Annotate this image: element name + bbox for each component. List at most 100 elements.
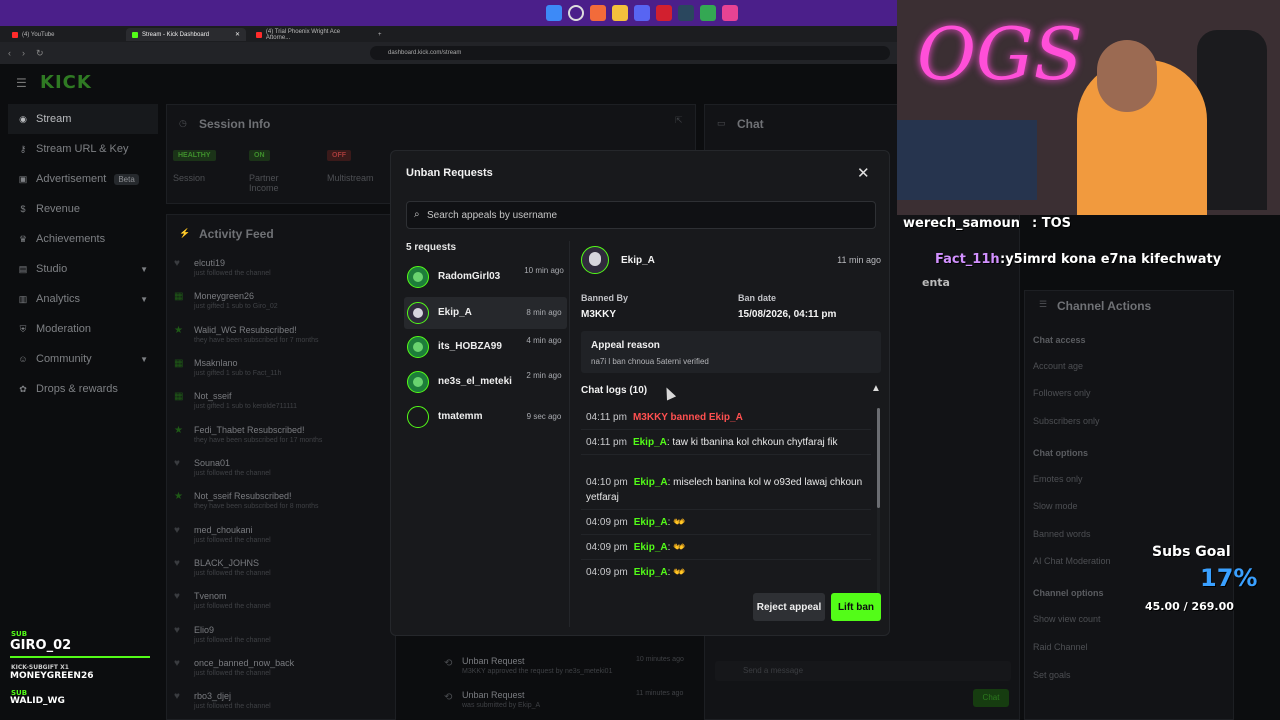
- sidebar-item-studio[interactable]: ▤ Studio ▼: [8, 254, 158, 284]
- close-tab-icon[interactable]: ✕: [235, 31, 240, 38]
- session-info-title: Session Info: [199, 117, 271, 131]
- address-bar[interactable]: dashboard.kick.com/stream: [370, 46, 890, 60]
- ban-date-value: 15/08/2026, 04:11 pm: [738, 309, 837, 320]
- chat-log-entry: 04:09 pm Ekip_A: 👐: [581, 513, 871, 535]
- feed-item: ♥ Souna01 just followed the channel: [174, 458, 271, 477]
- sub-alert-name: GIRO_02: [10, 638, 72, 653]
- partner-income-label: Partner Income: [249, 173, 279, 193]
- sidebar-item-achievements[interactable]: ♛ Achievements: [8, 224, 158, 254]
- tab-phoenix-wright[interactable]: (4) Trial Phoenix Wright Ace Attorne...: [250, 28, 370, 41]
- tab-kick-dashboard[interactable]: Stream - Kick Dashboard ✕: [126, 28, 246, 41]
- app-icon[interactable]: [656, 5, 672, 21]
- appeal-reason-text: na7i l ban chnoua 5aterni verified: [591, 357, 709, 366]
- webcam-overlay: OGS: [897, 0, 1280, 215]
- modal-divider: [569, 241, 570, 627]
- detail-username: Ekip_A: [621, 255, 655, 266]
- signal-icon: ◉: [19, 113, 27, 124]
- chevron-down-icon: ▼: [140, 264, 148, 274]
- chat-logs-header[interactable]: Chat logs (10): [581, 385, 647, 396]
- subs-goal-value: 45.00 / 269.00: [1145, 600, 1234, 613]
- windows-icon[interactable]: [546, 5, 562, 21]
- chevron-down-icon: ▼: [140, 354, 148, 364]
- feed-item: ★ Walid_WG Resubscribed! they have been su…: [174, 325, 319, 344]
- kick-logo[interactable]: KICK: [40, 72, 92, 93]
- chat-input[interactable]: Send a message: [715, 661, 1011, 681]
- taskbar-icons: [546, 5, 738, 21]
- sidebar-item-community[interactable]: ☺ Community ▼: [8, 344, 158, 374]
- lift-ban-button[interactable]: Lift ban: [831, 593, 881, 621]
- feed-item: ★ Fedi_Thabet Resubscribed! they have been…: [174, 425, 323, 444]
- chevron-up-icon[interactable]: ▲: [871, 383, 881, 394]
- sidebar-item-moderation[interactable]: ⛨ Moderation: [8, 314, 158, 344]
- folder-icon[interactable]: [612, 5, 628, 21]
- chrome-icon[interactable]: [700, 5, 716, 21]
- session-label: Session: [173, 173, 206, 183]
- new-tab-button[interactable]: +: [372, 28, 388, 41]
- request-item-ekip-a[interactable]: Ekip_A 8 min ago: [404, 297, 567, 329]
- on-chip: ON: [249, 150, 270, 161]
- off-chip: OFF: [327, 150, 351, 161]
- chat-logs-scrollbar[interactable]: [877, 408, 880, 598]
- gift-icon: ▦: [174, 291, 184, 302]
- pin-icon[interactable]: [722, 5, 738, 21]
- star-icon: ★: [174, 491, 183, 502]
- subs-goal-label: Subs Goal: [1152, 544, 1231, 560]
- streamer-head: [1097, 40, 1157, 112]
- brave-icon[interactable]: [590, 5, 606, 21]
- scrollbar-thumb[interactable]: [877, 408, 880, 508]
- channel-actions-title: Channel Actions: [1057, 299, 1152, 313]
- sidebar-item-stream[interactable]: ◉ Stream: [8, 104, 158, 134]
- heart-icon: ♥: [174, 258, 180, 269]
- feed-item: ♥ elcuti19 just followed the channel: [174, 258, 271, 277]
- gift-icon: ▦: [174, 391, 184, 402]
- heart-icon: ♥: [174, 458, 180, 469]
- request-item-tmatemm[interactable]: tmatemm 9 sec ago: [404, 401, 567, 433]
- chat-log-entry: 04:09 pm Ekip_A: 👐: [581, 538, 871, 560]
- search-input[interactable]: [427, 202, 867, 228]
- mod-item: ⟲ Unban Request was submitted by Ekip_A …: [444, 690, 684, 709]
- expand-icon[interactable]: ⇱: [675, 115, 683, 126]
- close-icon[interactable]: ✕: [857, 164, 870, 182]
- sidebar-item-advertisement[interactable]: ▣ Advertisement Beta: [8, 164, 158, 194]
- people-icon: ☺: [18, 354, 28, 364]
- reject-appeal-button[interactable]: Reject appeal: [753, 593, 825, 621]
- kick-icon: [132, 31, 138, 38]
- search-icon: ⌕: [414, 209, 420, 220]
- sidebar-item-drops-rewards[interactable]: ✿ Drops & rewards: [8, 374, 158, 404]
- sidebar-item-analytics[interactable]: ▥ Analytics ▼: [8, 284, 158, 314]
- discord-icon[interactable]: [634, 5, 650, 21]
- healthy-chip: HEALTHY: [173, 150, 216, 161]
- back-icon[interactable]: ‹: [8, 48, 11, 58]
- detail-time: 11 min ago: [837, 255, 881, 265]
- sidebar-item-revenue[interactable]: $ Revenue: [8, 194, 158, 224]
- reload-icon[interactable]: ↻: [36, 48, 44, 59]
- steam-icon[interactable]: [678, 5, 694, 21]
- avatar: [581, 246, 609, 274]
- browser-tabs: (4) YouTube Stream - Kick Dashboard ✕ (4…: [0, 26, 900, 42]
- feed-item: ♥ Tvenom just followed the channel: [174, 591, 271, 610]
- request-item-its-hobza99[interactable]: its_HOBZA99 4 min ago: [404, 331, 567, 363]
- chat-title: Chat: [737, 117, 764, 131]
- sidebar-item-stream-url-key[interactable]: ⚷ Stream URL & Key: [8, 134, 158, 164]
- multistream-label: Multistream: [327, 173, 374, 183]
- chat-send-button[interactable]: Chat: [973, 689, 1009, 707]
- avatar: [407, 406, 429, 428]
- unban-icon: ⟲: [444, 692, 453, 703]
- chevron-down-icon: ▼: [140, 294, 148, 304]
- requests-count: 5 requests: [406, 242, 457, 253]
- search-icon[interactable]: [568, 5, 584, 21]
- request-item-radomgirl03[interactable]: RadomGirl03 10 min ago: [404, 261, 567, 293]
- beta-badge: Beta: [114, 173, 139, 185]
- tab-youtube[interactable]: (4) YouTube: [6, 28, 126, 41]
- webcam-chair: [1197, 30, 1267, 210]
- mod-item: ⟲ Unban Request M3KKY approved the reque…: [444, 656, 684, 675]
- avatar: [407, 302, 429, 324]
- sub2-alert-name: WALID_WG: [10, 696, 65, 706]
- lightning-icon: ⚡: [179, 228, 191, 238]
- sliders-icon: ☰: [1039, 299, 1048, 309]
- avatar: [407, 371, 429, 393]
- request-item-ne3s-el-meteki[interactable]: ne3s_el_meteki 2 min ago: [404, 366, 567, 398]
- menu-icon[interactable]: ☰: [16, 76, 27, 90]
- forward-icon[interactable]: ›: [22, 48, 25, 58]
- webcam-bed: [897, 120, 1037, 200]
